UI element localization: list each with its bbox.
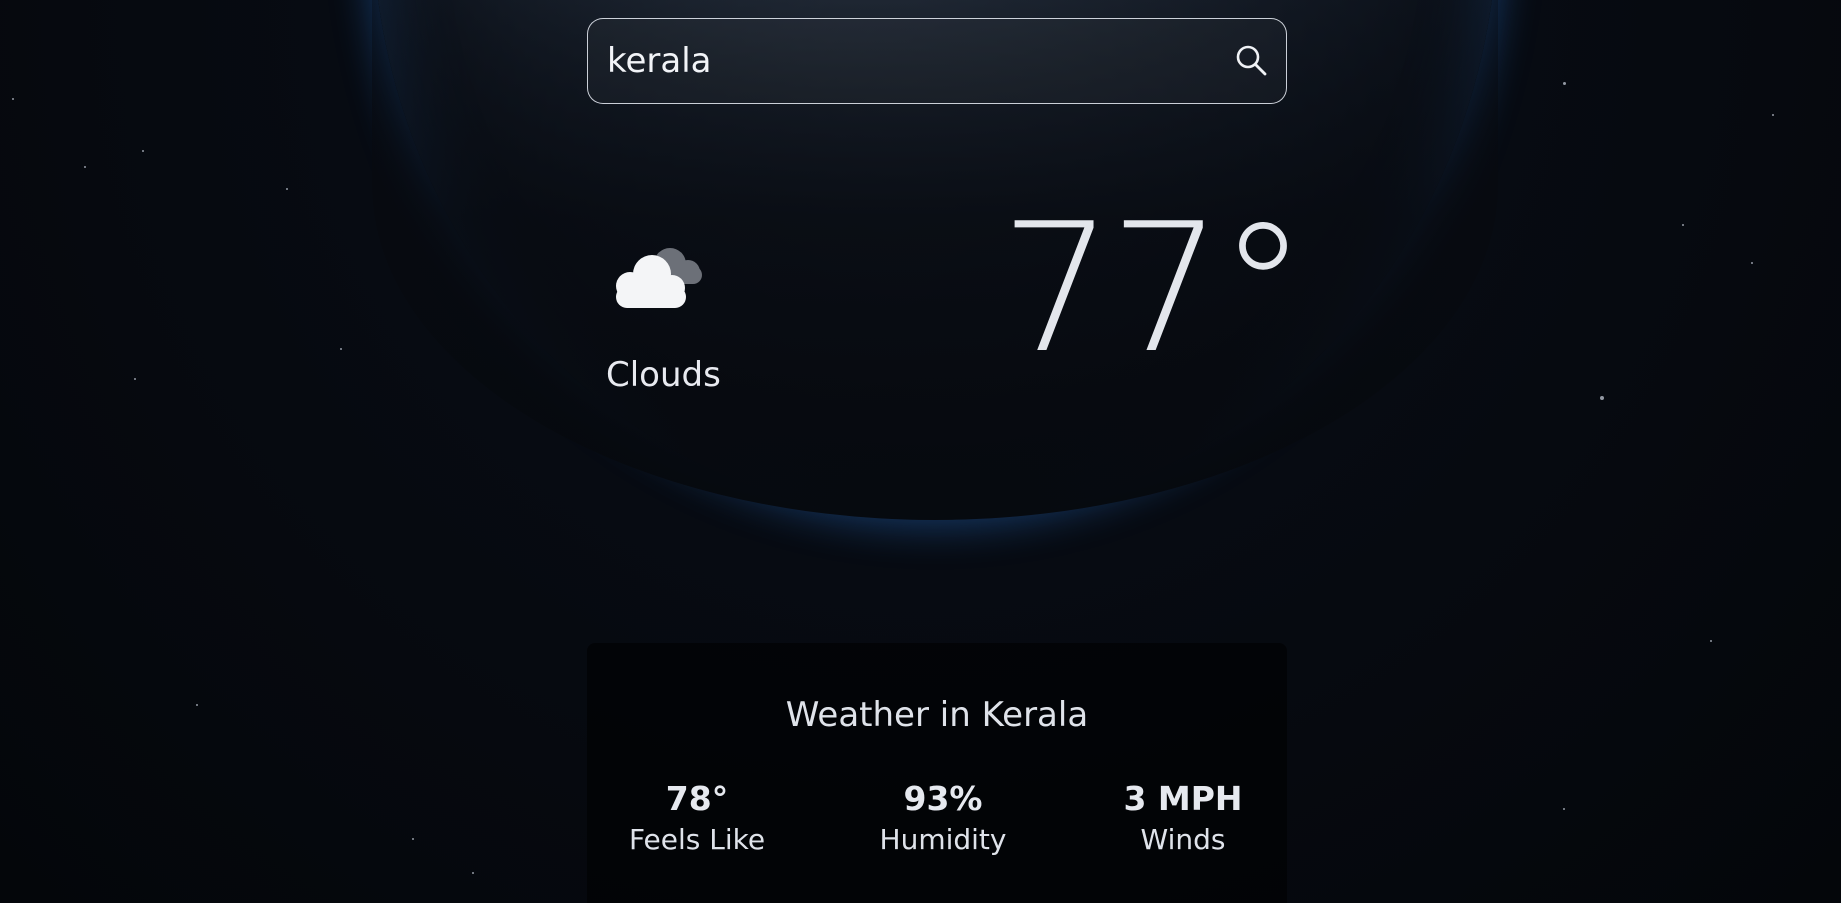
star (1563, 808, 1565, 810)
star (134, 378, 136, 380)
search-button[interactable] (1216, 19, 1286, 103)
stat-value: 93% (903, 779, 983, 818)
stat-label: Feels Like (628, 822, 766, 856)
star (1751, 262, 1753, 264)
star (286, 188, 288, 190)
stat-label: Humidity (879, 822, 1007, 856)
star (1772, 114, 1774, 116)
weather-app: Clouds 77° Weather in Kerala 78° Feels L… (0, 0, 1841, 903)
details-title: Weather in Kerala (785, 695, 1089, 735)
star (84, 166, 86, 168)
search-input[interactable] (588, 18, 1216, 104)
star (412, 838, 414, 840)
weather-details-card: Weather in Kerala 78° Feels Like 93% Hum… (587, 643, 1287, 903)
star (196, 704, 198, 706)
star (142, 150, 144, 152)
stat-humidity: 93% Humidity (843, 779, 1043, 856)
star (340, 348, 342, 350)
current-temperature: 77° (1000, 185, 1307, 392)
star (1600, 396, 1604, 400)
star (472, 872, 474, 874)
condition-label: Clouds (606, 355, 721, 395)
stat-winds: 3 MPH Winds (1083, 779, 1283, 856)
star (1563, 82, 1566, 85)
stat-value: 3 MPH (1123, 779, 1243, 818)
stat-label: Winds (1140, 822, 1226, 856)
search-icon (1236, 45, 1267, 76)
star (1682, 224, 1684, 226)
star (1710, 640, 1712, 642)
stat-value: 78° (665, 779, 729, 818)
stat-feels-like: 78° Feels Like (597, 779, 797, 856)
cloud-icon (616, 248, 702, 308)
star (12, 98, 14, 100)
search-bar (587, 18, 1287, 104)
